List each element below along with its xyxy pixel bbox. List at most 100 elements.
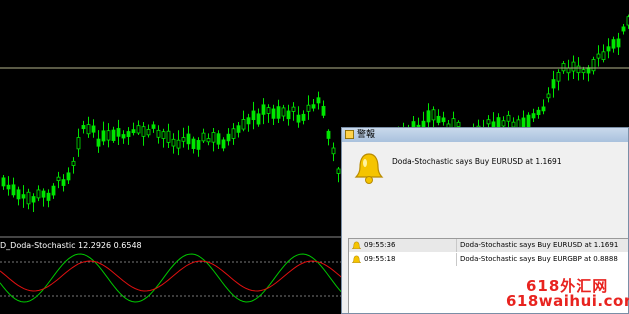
alert-time: 09:55:36 <box>364 241 396 249</box>
alert-row[interactable]: 09:55:18 Doda-Stochastic says Buy EURGBP… <box>349 253 628 266</box>
candle-body <box>431 109 436 121</box>
candle-body <box>611 39 616 49</box>
alert-window-title: 警報 <box>357 130 376 140</box>
alert-titlebar[interactable]: 警報 <box>342 128 628 142</box>
candle-body <box>426 110 431 123</box>
candle-body <box>21 194 26 199</box>
candle-body <box>291 106 296 112</box>
candle-body <box>201 132 206 142</box>
candle-body <box>131 129 136 134</box>
candle-body <box>11 184 16 196</box>
candle-body <box>331 147 336 155</box>
candle-body <box>171 138 176 147</box>
candle-body <box>86 124 91 135</box>
candle-body <box>506 114 511 122</box>
alert-message: Doda-Stochastic says Buy EURUSD at 1.169… <box>392 157 562 166</box>
candle-body <box>211 132 216 143</box>
candle-body <box>251 110 256 121</box>
candle-body <box>271 108 276 119</box>
candle-body <box>6 184 11 190</box>
candle-body <box>66 172 71 181</box>
candle-body <box>186 133 191 145</box>
candle-body <box>236 125 241 133</box>
candle-body <box>536 109 541 115</box>
candle-body <box>46 192 51 201</box>
candle-body <box>51 185 56 196</box>
candle-body <box>301 113 306 121</box>
candle-body <box>441 117 446 123</box>
candle-body <box>581 69 586 74</box>
alert-row-message: Doda-Stochastic says Buy EURUSD at 1.169… <box>460 241 619 249</box>
column-divider <box>456 253 457 266</box>
candle-body <box>71 160 76 166</box>
candle-body <box>436 115 441 123</box>
candle-body <box>81 125 86 130</box>
candle-body <box>56 176 61 182</box>
candle-body <box>566 67 571 74</box>
candle-body <box>456 121 461 127</box>
candle-body <box>261 104 266 115</box>
candle-body <box>196 140 201 150</box>
candle-body <box>166 130 171 143</box>
stochastic-main-line <box>0 253 346 303</box>
watermark-logo: 618外汇网 618waihui.com <box>506 275 629 311</box>
candle-body <box>606 46 611 52</box>
candle-body <box>316 97 321 104</box>
alert-window-icon <box>345 130 354 139</box>
bell-icon <box>352 241 361 249</box>
candle-body <box>496 117 501 128</box>
candle-body <box>306 104 311 112</box>
candle-body <box>531 113 536 119</box>
candle-body <box>181 137 186 142</box>
watermark-line2: 618waihui.com <box>506 292 629 310</box>
candle-body <box>546 93 551 99</box>
candle-body <box>176 139 181 149</box>
candle-body <box>501 120 506 127</box>
candle-body <box>16 189 21 200</box>
candle-body <box>126 131 131 137</box>
candle-body <box>326 130 331 139</box>
candle-body <box>111 129 116 141</box>
candle-body <box>576 65 581 74</box>
candle-body <box>36 189 41 199</box>
candle-body <box>76 137 81 150</box>
candle-body <box>91 125 96 133</box>
candle-body <box>241 119 246 130</box>
candle-body <box>296 114 301 123</box>
candle-body <box>121 134 126 139</box>
candle-body <box>226 133 231 142</box>
candle-body <box>26 191 31 205</box>
candle-body <box>216 133 221 145</box>
candle-body <box>591 59 596 72</box>
candle-body <box>156 129 161 138</box>
candle-body <box>206 138 211 143</box>
candle-body <box>281 107 286 117</box>
candle-body <box>101 130 106 142</box>
alert-row[interactable]: 09:55:36 Doda-Stochastic says Buy EURUSD… <box>349 239 628 252</box>
candle-body <box>96 138 101 147</box>
candle-body <box>161 131 166 139</box>
candle-body <box>106 130 111 141</box>
candle-body <box>336 168 341 174</box>
bell-icon <box>354 153 384 184</box>
candle-body <box>146 129 151 136</box>
candle-body <box>616 38 621 48</box>
indicator-label: D_Doda-Stochastic 12.2926 0.6548 <box>0 241 142 250</box>
candle-body <box>486 119 491 125</box>
candle-body <box>321 105 326 116</box>
candle-body <box>231 128 236 139</box>
candle-body <box>116 128 121 137</box>
candle-body <box>41 190 46 198</box>
candle-body <box>256 113 261 125</box>
candle-body <box>556 72 561 82</box>
candle-body <box>601 51 606 61</box>
candle-body <box>561 63 566 72</box>
alert-time: 09:55:18 <box>364 255 396 263</box>
candle-body <box>141 126 146 137</box>
candle-body <box>221 139 226 149</box>
candle-body <box>266 107 271 114</box>
candle-body <box>596 53 601 59</box>
candle-body <box>136 125 141 134</box>
bell-icon <box>352 255 361 263</box>
candle-body <box>526 114 531 128</box>
